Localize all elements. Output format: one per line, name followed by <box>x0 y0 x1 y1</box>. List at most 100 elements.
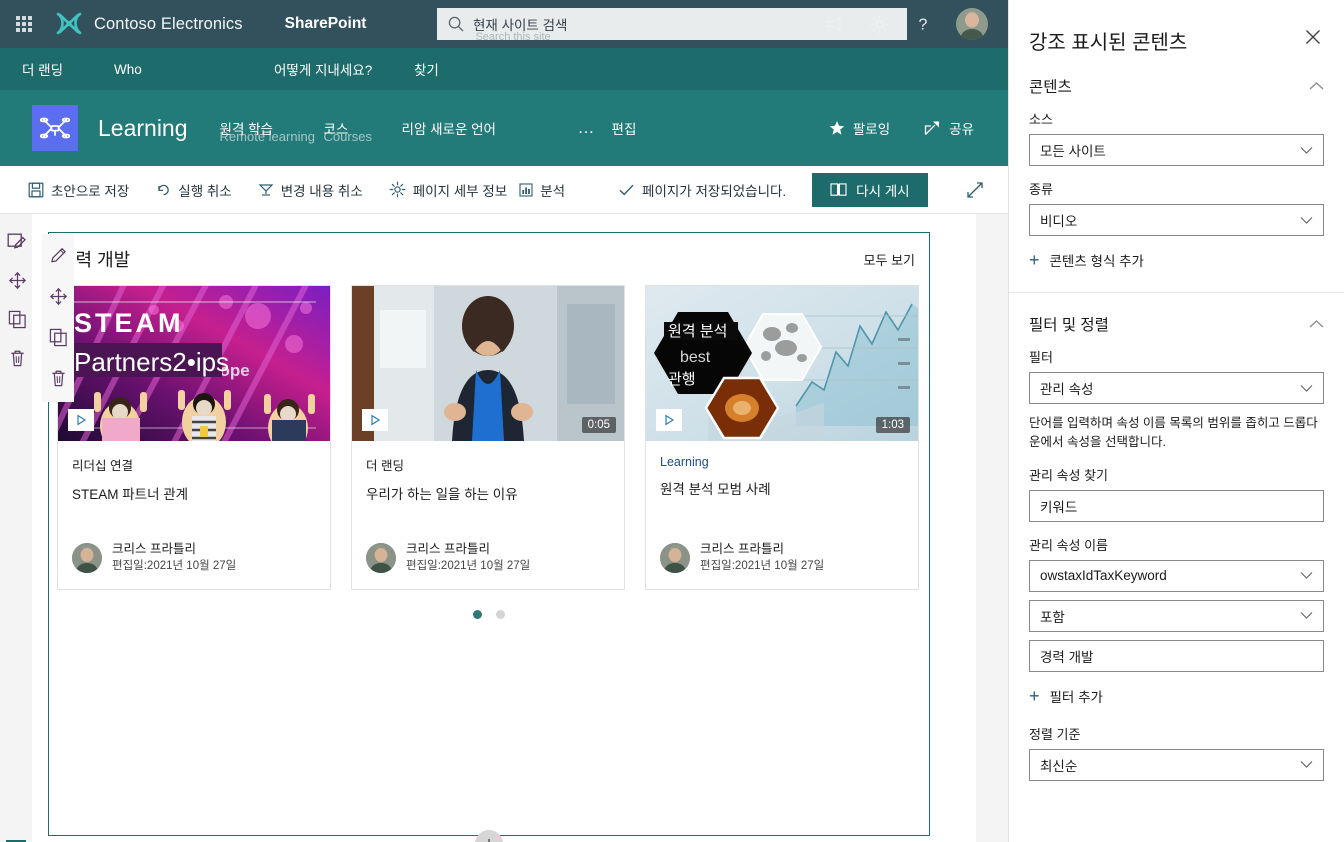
duplicate-icon[interactable] <box>49 328 68 347</box>
save-draft-label: 초안으로 저장 <box>51 183 130 199</box>
card-item[interactable]: 0:05 더 랜딩 우리가 하는 일을 하는 이유 크리스 프라틀리 편집일:2… <box>351 285 625 590</box>
chevron-up-icon[interactable] <box>1309 319 1324 329</box>
card-site-name[interactable]: Learning <box>660 455 904 469</box>
chevron-up-icon[interactable] <box>1309 81 1324 91</box>
checkmark-icon <box>619 183 634 197</box>
expand-icon[interactable] <box>966 181 984 199</box>
command-bar: 초안으로 저장 실행 취소 변경 내용 취소 페이지 세부 정보 분석 페이지가… <box>0 166 1008 214</box>
operand-input[interactable]: 경력 개발 <box>1029 639 1324 672</box>
sitenav-edit-button[interactable]: 편집 <box>612 118 637 138</box>
hub-navigation: 더 랜딩 Who 어떻게 지내세요? 찾기 <box>0 48 1008 90</box>
operator-dropdown[interactable]: 포함 <box>1029 599 1324 632</box>
content-section-header[interactable]: 콘텐츠 <box>1009 55 1344 97</box>
analytics-label: 분석 <box>540 183 566 199</box>
highlighted-content-webpart[interactable]: 경력 개발 모두 보기 STEAM Partners2•ips 리더십 연결 S… <box>48 232 930 836</box>
sitenav-more-icon[interactable]: … <box>562 118 612 138</box>
share-label: 공유 <box>949 122 974 137</box>
analytics-icon <box>519 182 533 197</box>
type-value: 비디오 <box>1040 214 1078 229</box>
carousel-dot-1[interactable] <box>473 610 482 619</box>
hubnav-item-landing[interactable]: 더 랜딩 <box>22 59 114 79</box>
add-filter-button[interactable]: + 필터 추가 <box>1029 686 1324 706</box>
page-details-button[interactable]: 페이지 세부 정보 <box>389 180 507 200</box>
publish-icon <box>830 182 847 197</box>
plus-icon: + <box>1029 250 1040 270</box>
find-property-input[interactable]: 키워드 <box>1029 489 1324 522</box>
webpart-toolbar-inner <box>42 234 74 402</box>
play-icon[interactable] <box>68 409 94 431</box>
hubnav-item-who[interactable]: Who <box>114 62 274 77</box>
add-content-type-label: 콘텐츠 형식 추가 <box>1049 254 1144 269</box>
move-icon[interactable] <box>8 271 27 290</box>
card-site-name: 리더십 연결 <box>72 459 133 473</box>
card-item[interactable]: 원격 분석 best 관행 1:03 Learning 원격 분석 모범 사례 <box>645 285 919 590</box>
card-list: STEAM d Europe Partners2•ips 리더십 연결 STEA… <box>49 285 929 590</box>
help-icon[interactable]: ? <box>912 13 934 35</box>
see-all-link[interactable]: 모두 보기 <box>864 250 915 269</box>
svg-text:best: best <box>680 349 711 366</box>
sitenav-label-ko: 리암 새로운 언어 <box>401 122 496 137</box>
sitenav-item-liam-new-language[interactable]: 리암 새로운 언어 <box>402 108 562 148</box>
card-author-block: 크리스 프라틀리 편집일:2021년 10월 27일 <box>112 541 236 575</box>
chevron-down-icon <box>1300 384 1313 393</box>
source-dropdown[interactable]: 모든 사이트 <box>1029 134 1324 166</box>
avatar[interactable] <box>956 8 988 40</box>
find-property-label: 관리 속성 찾기 <box>1029 467 1108 483</box>
webpart-toolbar-outer <box>4 221 30 368</box>
carousel-dot-2[interactable] <box>496 610 505 619</box>
save-status: 페이지가 저장되었습니다. <box>619 180 786 200</box>
republish-button[interactable]: 다시 게시 <box>812 172 928 207</box>
search-placeholder-underlay: Search this site <box>475 31 551 43</box>
move-icon[interactable] <box>49 287 68 306</box>
delete-icon[interactable] <box>8 349 27 368</box>
operator-value: 포함 <box>1040 609 1065 625</box>
card-author: 크리스 프라틀리 <box>406 541 490 556</box>
card-thumbnail-speaker: 0:05 <box>352 286 624 441</box>
chevron-down-icon <box>1300 571 1313 580</box>
app-name[interactable]: SharePoint <box>285 15 367 33</box>
close-icon[interactable] <box>1302 26 1324 48</box>
chevron-down-icon <box>1300 760 1313 769</box>
add-content-type-button[interactable]: + 콘텐츠 형식 추가 <box>1029 250 1324 270</box>
card-footer: 크리스 프라틀리 편집일:2021년 10월 27일 <box>366 541 610 579</box>
card-title: 원격 분석 모범 사례 <box>660 482 771 497</box>
undo-label: 실행 취소 <box>178 183 232 199</box>
svg-text:원격 분석: 원격 분석 <box>668 323 727 340</box>
delete-icon[interactable] <box>49 369 68 388</box>
undo-button[interactable]: 실행 취소 <box>155 180 232 200</box>
star-icon <box>829 120 845 136</box>
play-icon[interactable] <box>656 409 682 431</box>
gear-icon[interactable] <box>868 13 890 35</box>
card-title: 우리가 하는 일을 하는 이유 <box>366 487 518 502</box>
card-item[interactable]: STEAM d Europe Partners2•ips 리더십 연결 STEA… <box>57 285 331 590</box>
megaphone-icon[interactable] <box>824 13 846 35</box>
pencil-icon[interactable] <box>49 246 68 265</box>
play-icon[interactable] <box>362 409 388 431</box>
property-name-dropdown[interactable]: owstaxIdTaxKeyword <box>1029 559 1324 592</box>
sitenav-item-courses[interactable]: 코스 Courses <box>324 108 402 148</box>
content-section-title: 콘텐츠 <box>1029 79 1072 96</box>
property-name-label: 관리 속성 이름 <box>1029 537 1108 553</box>
hubnav-item-howareyou[interactable]: 어떻게 지내세요? <box>274 59 414 79</box>
app-launcher-icon[interactable] <box>0 0 48 48</box>
sitenav-item-remote-learning[interactable]: 원격 학습 Remote learning <box>220 108 324 148</box>
discard-changes-button[interactable]: 변경 내용 취소 <box>258 180 363 200</box>
analytics-button[interactable]: 분석 <box>519 180 565 200</box>
card-date: 편집일:2021년 10월 27일 <box>112 560 237 573</box>
add-section-button[interactable]: + <box>475 830 503 842</box>
chevron-down-icon <box>1300 216 1313 225</box>
site-actions: 팔로잉 공유 <box>829 118 974 138</box>
hubnav-item-find[interactable]: 찾기 <box>414 59 439 79</box>
type-dropdown[interactable]: 비디오 <box>1029 204 1324 236</box>
edit-webpart-icon[interactable] <box>7 231 27 251</box>
sort-dropdown[interactable]: 최신순 <box>1029 748 1324 781</box>
site-logo-drone-icon[interactable] <box>32 105 78 151</box>
chevron-down-icon <box>1300 146 1313 155</box>
site-title[interactable]: Learning <box>98 115 188 142</box>
duplicate-icon[interactable] <box>8 310 27 329</box>
filter-dropdown[interactable]: 관리 속성 <box>1029 372 1324 404</box>
save-draft-button[interactable]: 초안으로 저장 <box>28 180 129 200</box>
filter-section-header[interactable]: 필터 및 정렬 <box>1009 293 1344 335</box>
follow-button[interactable]: 팔로잉 <box>829 118 890 138</box>
share-button[interactable]: 공유 <box>924 118 974 138</box>
